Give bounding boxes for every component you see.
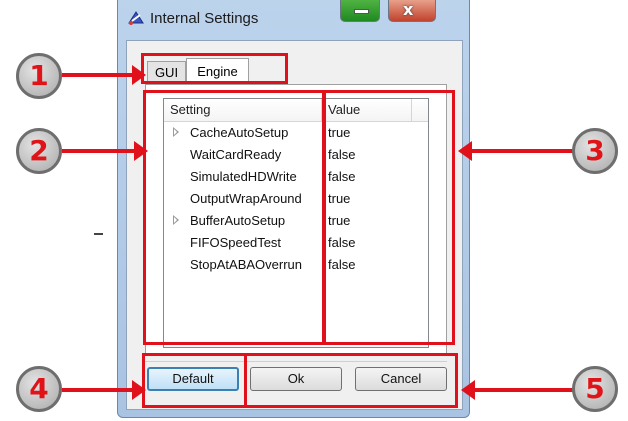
callout-badge-1: 1: [16, 53, 62, 99]
callout-badge-4: 4: [16, 366, 62, 412]
callout-badge-3: 3: [572, 128, 618, 174]
callout-arrow-4: [62, 380, 146, 400]
window-title: Internal Settings: [150, 10, 259, 27]
highlight-box-ok-cancel: [244, 353, 458, 408]
highlight-box-setting-column: [143, 90, 326, 345]
callout-arrow-3: [458, 141, 574, 161]
callout-arrow-5: [461, 380, 573, 400]
callout-arrow-2: [62, 141, 148, 161]
callout-arrow-1: [62, 65, 146, 85]
highlight-box-tabs: [141, 53, 288, 84]
minimize-button[interactable]: [340, 0, 380, 22]
settings-app-icon: [128, 11, 144, 25]
minimize-icon: [354, 9, 369, 14]
title-bar[interactable]: Internal Settings x: [118, 0, 469, 40]
page-edge-mark: [94, 233, 103, 235]
close-icon: x: [403, 0, 414, 19]
highlight-box-default-button: [142, 353, 247, 408]
close-button[interactable]: x: [388, 0, 436, 22]
highlight-box-value-column: [322, 90, 455, 345]
callout-badge-5: 5: [572, 366, 618, 412]
callout-badge-2: 2: [16, 128, 62, 174]
